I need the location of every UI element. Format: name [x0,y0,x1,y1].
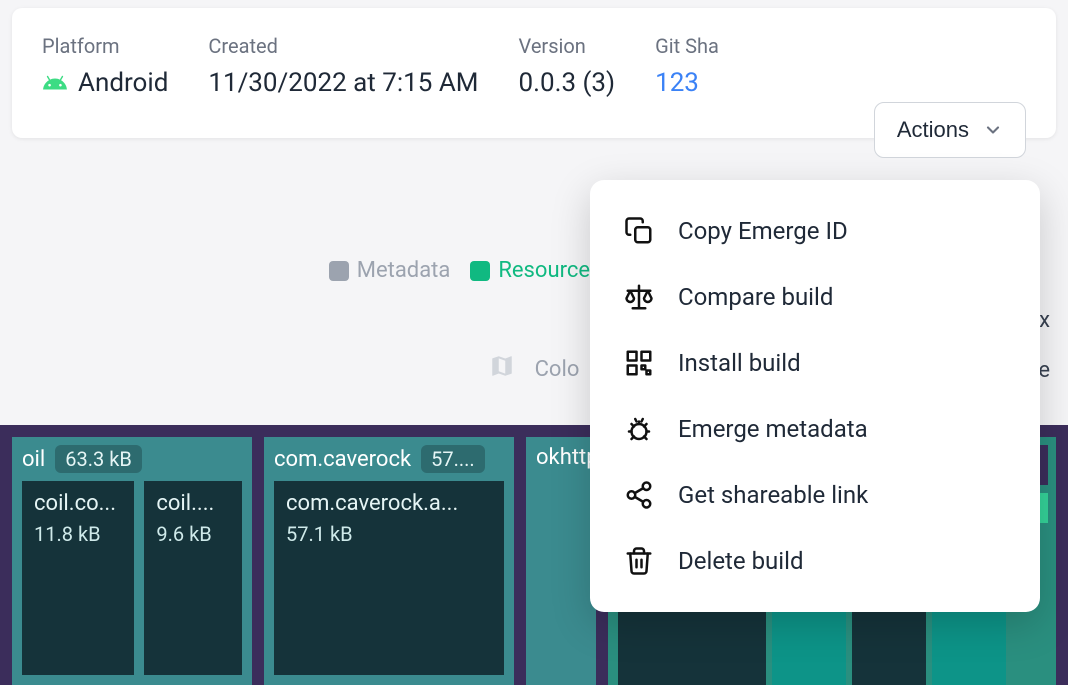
treemap-group-header: oil 63.3 kB [22,445,242,473]
action-label: Delete build [678,547,803,575]
resource-swatch [470,261,490,281]
scale-icon [624,282,654,312]
platform-value: Android [78,68,168,98]
treemap-group-caverock[interactable]: com.caverock 57.... com.caverock.a... 57… [264,437,514,685]
actions-dropdown: Copy Emerge ID Compare build Install bui… [590,180,1040,612]
actions-button-label: Actions [897,117,969,143]
legend-metadata[interactable]: Metadata [329,258,451,283]
treemap-group-size: 63.3 kB [55,445,142,473]
treemap-cell-name: coil.... [156,491,230,516]
action-install-build[interactable]: Install build [590,330,1040,396]
version-col: Version 0.0.3 (3) [519,34,616,98]
treemap-cell-size: 11.8 kB [34,522,122,546]
action-compare-build[interactable]: Compare build [590,264,1040,330]
metadata-swatch [329,261,349,281]
share-icon [624,480,654,510]
android-icon [42,70,68,96]
clipped-text-x: x [1039,308,1050,333]
platform-label: Platform [42,34,168,58]
platform-value-container: Android [42,68,168,98]
action-get-shareable-link[interactable]: Get shareable link [590,462,1040,528]
legend-resource[interactable]: Resource [470,258,590,283]
actions-button[interactable]: Actions [874,102,1026,158]
map-icon [489,353,515,385]
trash-icon [624,546,654,576]
legend-metadata-label: Metadata [357,258,451,283]
created-label: Created [208,34,478,58]
created-value: 11/30/2022 at 7:15 AM [208,68,478,98]
action-emerge-metadata[interactable]: Emerge metadata [590,396,1040,462]
legend-color-label: Colo [535,357,580,382]
created-col: Created 11/30/2022 at 7:15 AM [208,34,478,98]
treemap-group-header: com.caverock 57.... [274,445,504,473]
action-label: Compare build [678,283,833,311]
copy-icon [624,216,654,246]
legend-secondary: Colo [489,353,580,385]
legend-resource-label: Resource [498,258,590,283]
gitsha-col: Git Sha 123 [655,34,719,98]
gitsha-label: Git Sha [655,34,719,58]
gitsha-link[interactable]: 123 [655,68,719,98]
treemap-group-header: okhttp [536,445,586,470]
action-label: Emerge metadata [678,415,868,443]
qr-icon [624,348,654,378]
treemap-cell-size: 57.1 kB [286,522,492,546]
treemap-group-size: 57.... [421,445,485,473]
treemap-cell-name: com.caverock.a... [286,491,492,516]
treemap-group-name: com.caverock [274,447,411,472]
treemap-group-name: oil [22,447,45,472]
treemap-group-okhttp[interactable]: okhttp [526,437,596,685]
treemap-cell-size: 9.6 kB [156,522,230,546]
version-label: Version [519,34,616,58]
action-label: Get shareable link [678,481,868,509]
platform-col: Platform Android [42,34,168,98]
build-header-card: Platform Android Created 11/30/2022 at 7… [12,8,1056,138]
action-copy-emerge-id[interactable]: Copy Emerge ID [590,198,1040,264]
action-label: Copy Emerge ID [678,217,848,245]
chevron-down-icon [983,120,1003,140]
action-delete-build[interactable]: Delete build [590,528,1040,594]
bug-icon [624,414,654,444]
meta-row: Platform Android Created 11/30/2022 at 7… [42,34,1026,98]
version-value: 0.0.3 (3) [519,68,616,98]
action-label: Install build [678,349,801,377]
treemap-cell-name: coil.co... [34,491,122,516]
treemap-group-oil[interactable]: oil 63.3 kB coil.co... 11.8 kB coil.... … [12,437,252,685]
